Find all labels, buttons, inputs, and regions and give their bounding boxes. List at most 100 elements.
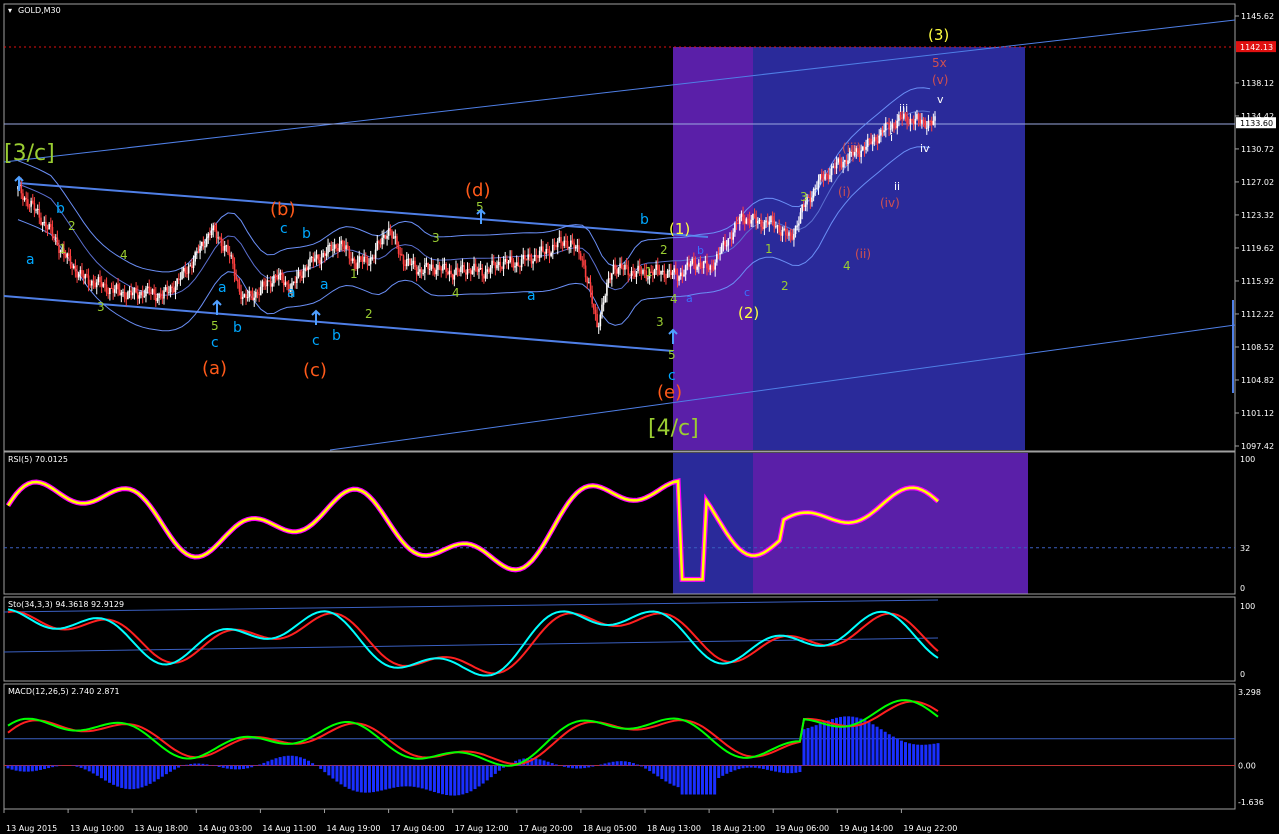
candle-body xyxy=(771,216,774,220)
candle-body xyxy=(788,232,790,236)
candle-body xyxy=(707,268,710,270)
symbol-title: GOLD,M30 xyxy=(18,6,61,15)
candle-body xyxy=(570,240,572,247)
candle-body xyxy=(775,226,777,228)
candle-body xyxy=(884,122,887,131)
rsi-pane: 100 32 0 xyxy=(4,455,1255,593)
candle-body xyxy=(391,231,393,239)
candle-body xyxy=(315,254,318,259)
candle-body xyxy=(604,295,607,303)
triangle-upper[interactable] xyxy=(17,182,709,238)
candle-body xyxy=(205,237,208,247)
candle-body xyxy=(282,280,285,286)
macd-histogram-bar xyxy=(810,726,814,766)
macd-histogram-bar xyxy=(725,765,729,774)
wave-abc-small: b xyxy=(697,244,704,257)
macd-histogram-bar xyxy=(493,765,497,774)
window-menu-icon[interactable]: ▾ xyxy=(8,6,12,15)
candle-body xyxy=(925,127,928,129)
candle-body xyxy=(678,276,680,281)
macd-histogram-bar xyxy=(331,765,335,779)
candle-body xyxy=(92,280,95,283)
candle-body xyxy=(473,263,475,271)
candle-body xyxy=(629,275,631,277)
candle-body xyxy=(235,276,237,280)
candle-body xyxy=(870,138,872,145)
candle-body xyxy=(299,271,301,276)
macd-histogram-bar xyxy=(875,726,879,766)
candle-body xyxy=(499,261,502,267)
candle-body xyxy=(412,260,415,264)
candle-body xyxy=(196,251,198,253)
candle-body xyxy=(305,267,308,271)
macd-histogram-bar xyxy=(733,765,737,771)
wave-abc-label: a xyxy=(218,280,227,296)
outer-channel-top[interactable] xyxy=(3,19,1236,163)
candle-body xyxy=(430,264,433,269)
candle-body xyxy=(69,256,72,266)
candle-body xyxy=(191,265,193,269)
macd-histogram-bar xyxy=(250,765,254,768)
macd-histogram-bar xyxy=(168,765,172,772)
candle-body xyxy=(46,228,49,230)
candle-body xyxy=(896,120,899,129)
wave-micro-iii: iii xyxy=(899,102,908,115)
macd-histogram-bar xyxy=(705,765,709,795)
wave-abc-label: a xyxy=(320,277,329,293)
candle-body xyxy=(273,275,275,284)
candle-body xyxy=(532,261,534,264)
candle-body xyxy=(506,258,508,264)
candle-body xyxy=(374,249,377,258)
macd-histogram-bar xyxy=(489,765,493,778)
candle-body xyxy=(317,254,319,260)
candle-body xyxy=(922,119,925,121)
macd-histogram-bar xyxy=(461,765,465,795)
candle-body xyxy=(419,269,421,272)
candle-body xyxy=(670,270,672,276)
candle-body xyxy=(637,265,639,272)
candle-body xyxy=(547,249,549,251)
candle-body xyxy=(481,268,484,276)
candle-body xyxy=(450,270,452,274)
candle-body xyxy=(606,283,608,296)
macd-histogram-bar xyxy=(908,743,912,766)
candle-body xyxy=(776,225,779,227)
candle-body xyxy=(750,220,753,224)
trading-chart: [3/c] [4/c] (a) (b) (c) (d) (e) (1) (2) (3) (i) (ii… xyxy=(3,3,1276,833)
macd-histogram-bar xyxy=(335,765,339,782)
candle-body xyxy=(343,246,346,250)
macd-pane-border xyxy=(3,683,1236,810)
macd-histogram-bar xyxy=(936,743,940,766)
candle-body xyxy=(837,158,840,163)
candle-body xyxy=(250,291,252,294)
macd-histogram-bar xyxy=(408,765,412,787)
macd-histogram-bar xyxy=(676,765,680,788)
candle-body xyxy=(622,267,625,270)
candle-body xyxy=(51,226,54,237)
candle-body xyxy=(488,269,490,273)
candle-body xyxy=(307,266,310,271)
macd-histogram-bar xyxy=(445,765,449,796)
macd-histogram-bar xyxy=(237,765,241,770)
candle-body xyxy=(381,237,383,245)
candle-body xyxy=(442,264,444,271)
candle-body xyxy=(240,291,242,300)
candle-body xyxy=(338,243,341,252)
candle-body xyxy=(364,256,367,258)
candle-body xyxy=(832,166,835,168)
candle-body xyxy=(348,248,351,259)
candle-body xyxy=(443,263,446,265)
macd-histogram-bar xyxy=(323,765,327,773)
macd-histogram-bar xyxy=(782,765,786,773)
macd-histogram-bar xyxy=(112,765,116,785)
candle-body xyxy=(238,281,241,292)
candle-body xyxy=(798,223,800,226)
candle-body xyxy=(31,200,34,204)
macd-histogram-bar xyxy=(246,765,250,769)
candle-body xyxy=(845,160,848,165)
macd-histogram-bar xyxy=(619,761,623,766)
channel-lines[interactable] xyxy=(3,19,1236,451)
macd-histogram-bar xyxy=(599,764,603,766)
macd-histogram-bar xyxy=(713,765,717,795)
candle-body xyxy=(138,295,141,299)
